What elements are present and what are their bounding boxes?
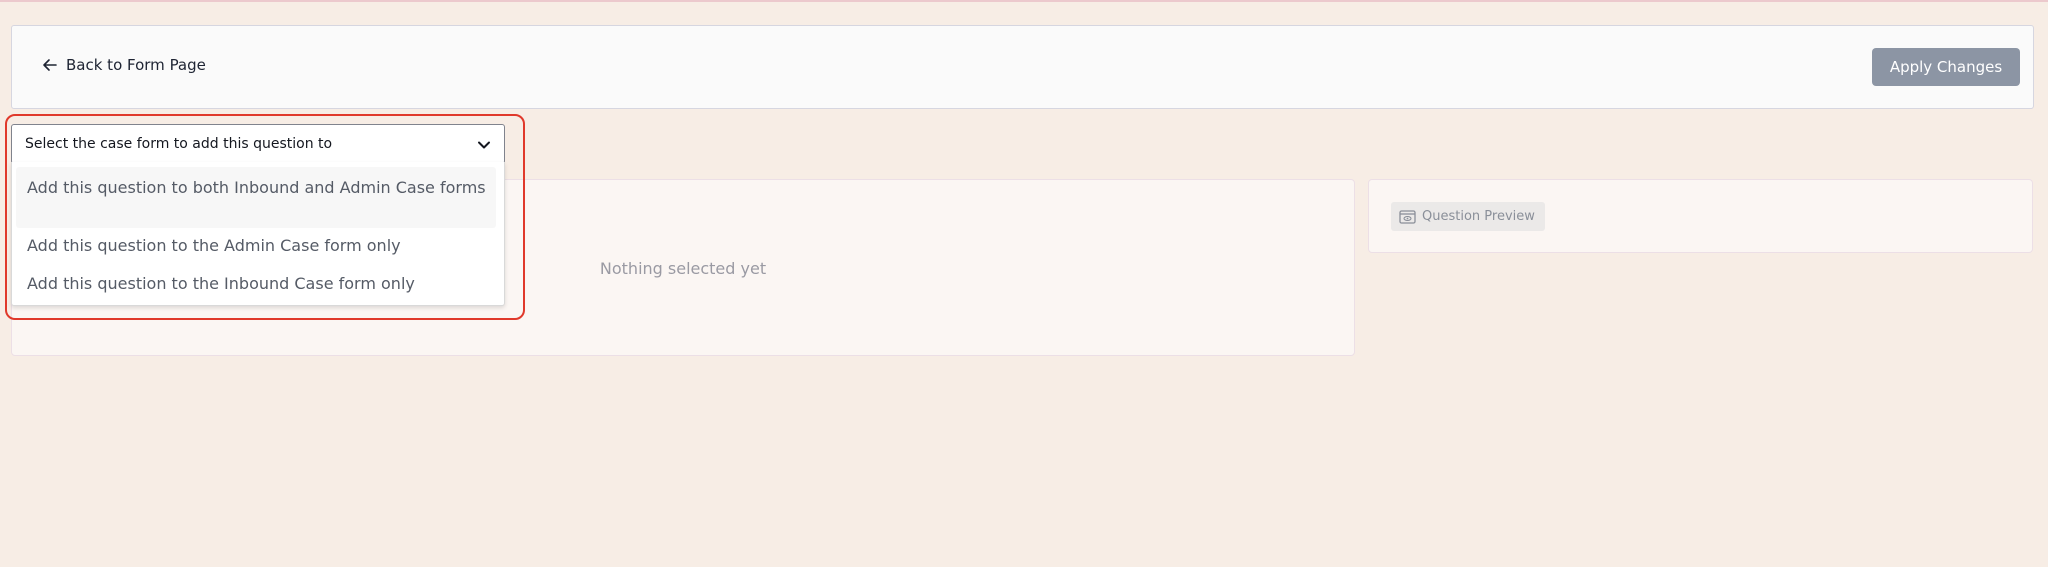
back-link-label: Back to Form Page	[66, 56, 206, 74]
option-both-forms[interactable]: Add this question to both Inbound and Ad…	[16, 167, 496, 228]
question-preview-panel: Question Preview	[1368, 179, 2033, 253]
option-admin-only[interactable]: Add this question to the Admin Case form…	[16, 230, 496, 262]
question-preview-label: Question Preview	[1422, 209, 1535, 224]
top-border-line	[0, 0, 2048, 2]
case-form-select-label: Select the case form to add this questio…	[25, 136, 333, 152]
question-preview-tab[interactable]: Question Preview	[1391, 202, 1545, 231]
back-to-form-link[interactable]: Back to Form Page	[42, 56, 206, 74]
preview-eye-icon	[1399, 209, 1416, 224]
apply-changes-button[interactable]: Apply Changes	[1872, 48, 2020, 86]
option-inbound-only[interactable]: Add this question to the Inbound Case fo…	[16, 268, 496, 300]
chevron-down-icon	[478, 141, 490, 149]
header-bar: Back to Form Page Apply Changes	[11, 25, 2034, 109]
case-form-select[interactable]: Select the case form to add this questio…	[11, 124, 505, 164]
case-form-options-list: Add this question to both Inbound and Ad…	[11, 162, 505, 306]
arrow-left-icon	[43, 59, 57, 71]
